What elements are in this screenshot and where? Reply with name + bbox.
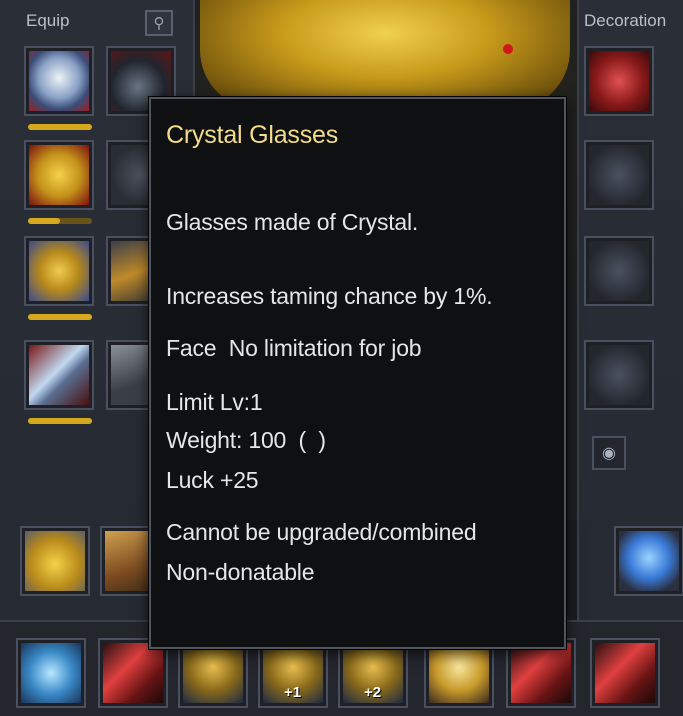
tooltip-limit-level: Limit Lv:1 (166, 389, 263, 415)
decoration-item-icon (589, 51, 649, 111)
chest-durability-bar (28, 218, 92, 224)
weapon-durability-bar (28, 418, 92, 424)
tooltip-effect: Increases taming chance by 1%. (166, 283, 493, 309)
red-rune-item-icon (511, 643, 571, 703)
armor-gem (503, 44, 513, 54)
helm-item-icon (29, 51, 89, 111)
helm-durability-bar (28, 124, 92, 130)
eye-icon: ◉ (602, 445, 616, 462)
weapon-durability-fill (28, 418, 92, 424)
gloves-item-icon (29, 241, 89, 301)
hotbar-slot-8[interactable] (590, 638, 660, 708)
tooltip-upgrade-note: Cannot be upgraded/combined (166, 519, 477, 545)
gold-wing-item-icon (429, 643, 489, 703)
tooltip-weight: Weight: 100 ( ) (166, 427, 326, 453)
decoration-label: Decoration (584, 11, 667, 30)
tooltip-slot-line: Face No limitation for job (166, 335, 422, 361)
chest-armor-item-icon (29, 145, 89, 205)
sword-item-icon (29, 345, 89, 405)
gold-mask-item-icon (183, 643, 243, 703)
hotbar-slot-1[interactable] (16, 638, 86, 708)
equip-slot-weapon[interactable] (24, 340, 94, 410)
crystal-item-icon (21, 643, 81, 703)
red-rune-item-icon (103, 643, 163, 703)
decoration-slot-4[interactable] (584, 340, 654, 410)
item-tooltip: Crystal Glasses Glasses made of Crystal.… (149, 97, 566, 649)
gold-bag-item-icon (25, 531, 85, 591)
equip-slot-gloves[interactable] (24, 236, 94, 306)
gloves-durability-fill (28, 314, 92, 320)
refine-level-label: +2 (364, 684, 382, 701)
gloves-durability-bar (28, 314, 92, 320)
decoration-placeholder-icon (589, 145, 649, 205)
tooltip-description: Glasses made of Crystal. (166, 209, 419, 235)
equip-slot-helm[interactable] (24, 46, 94, 116)
magnify-wand-button[interactable]: ⚲ (145, 10, 173, 36)
helm-durability-fill (28, 124, 92, 130)
chest-durability-fill (28, 218, 60, 224)
red-rune-item-icon (595, 643, 655, 703)
magnify-wand-icon: ⚲ (153, 15, 165, 32)
decoration-placeholder-icon (589, 241, 649, 301)
decoration-slot-5[interactable] (614, 526, 683, 596)
decoration-slot-3[interactable] (584, 236, 654, 306)
equip-label: Equip (26, 11, 70, 30)
visibility-toggle-button[interactable]: ◉ (592, 436, 626, 470)
equip-slot-bag[interactable] (20, 526, 90, 596)
character-armor (200, 0, 570, 110)
tooltip-stat: Luck +25 (166, 467, 259, 493)
tooltip-donate-note: Non-donatable (166, 559, 315, 585)
decoration-slot-1[interactable] (584, 46, 654, 116)
equip-slot-chest[interactable] (24, 140, 94, 210)
decoration-slot-2[interactable] (584, 140, 654, 210)
tooltip-title: Crystal Glasses (166, 121, 339, 149)
decoration-placeholder-icon (589, 345, 649, 405)
blue-crystal-box-icon (619, 531, 679, 591)
refine-level-label: +1 (284, 684, 302, 701)
